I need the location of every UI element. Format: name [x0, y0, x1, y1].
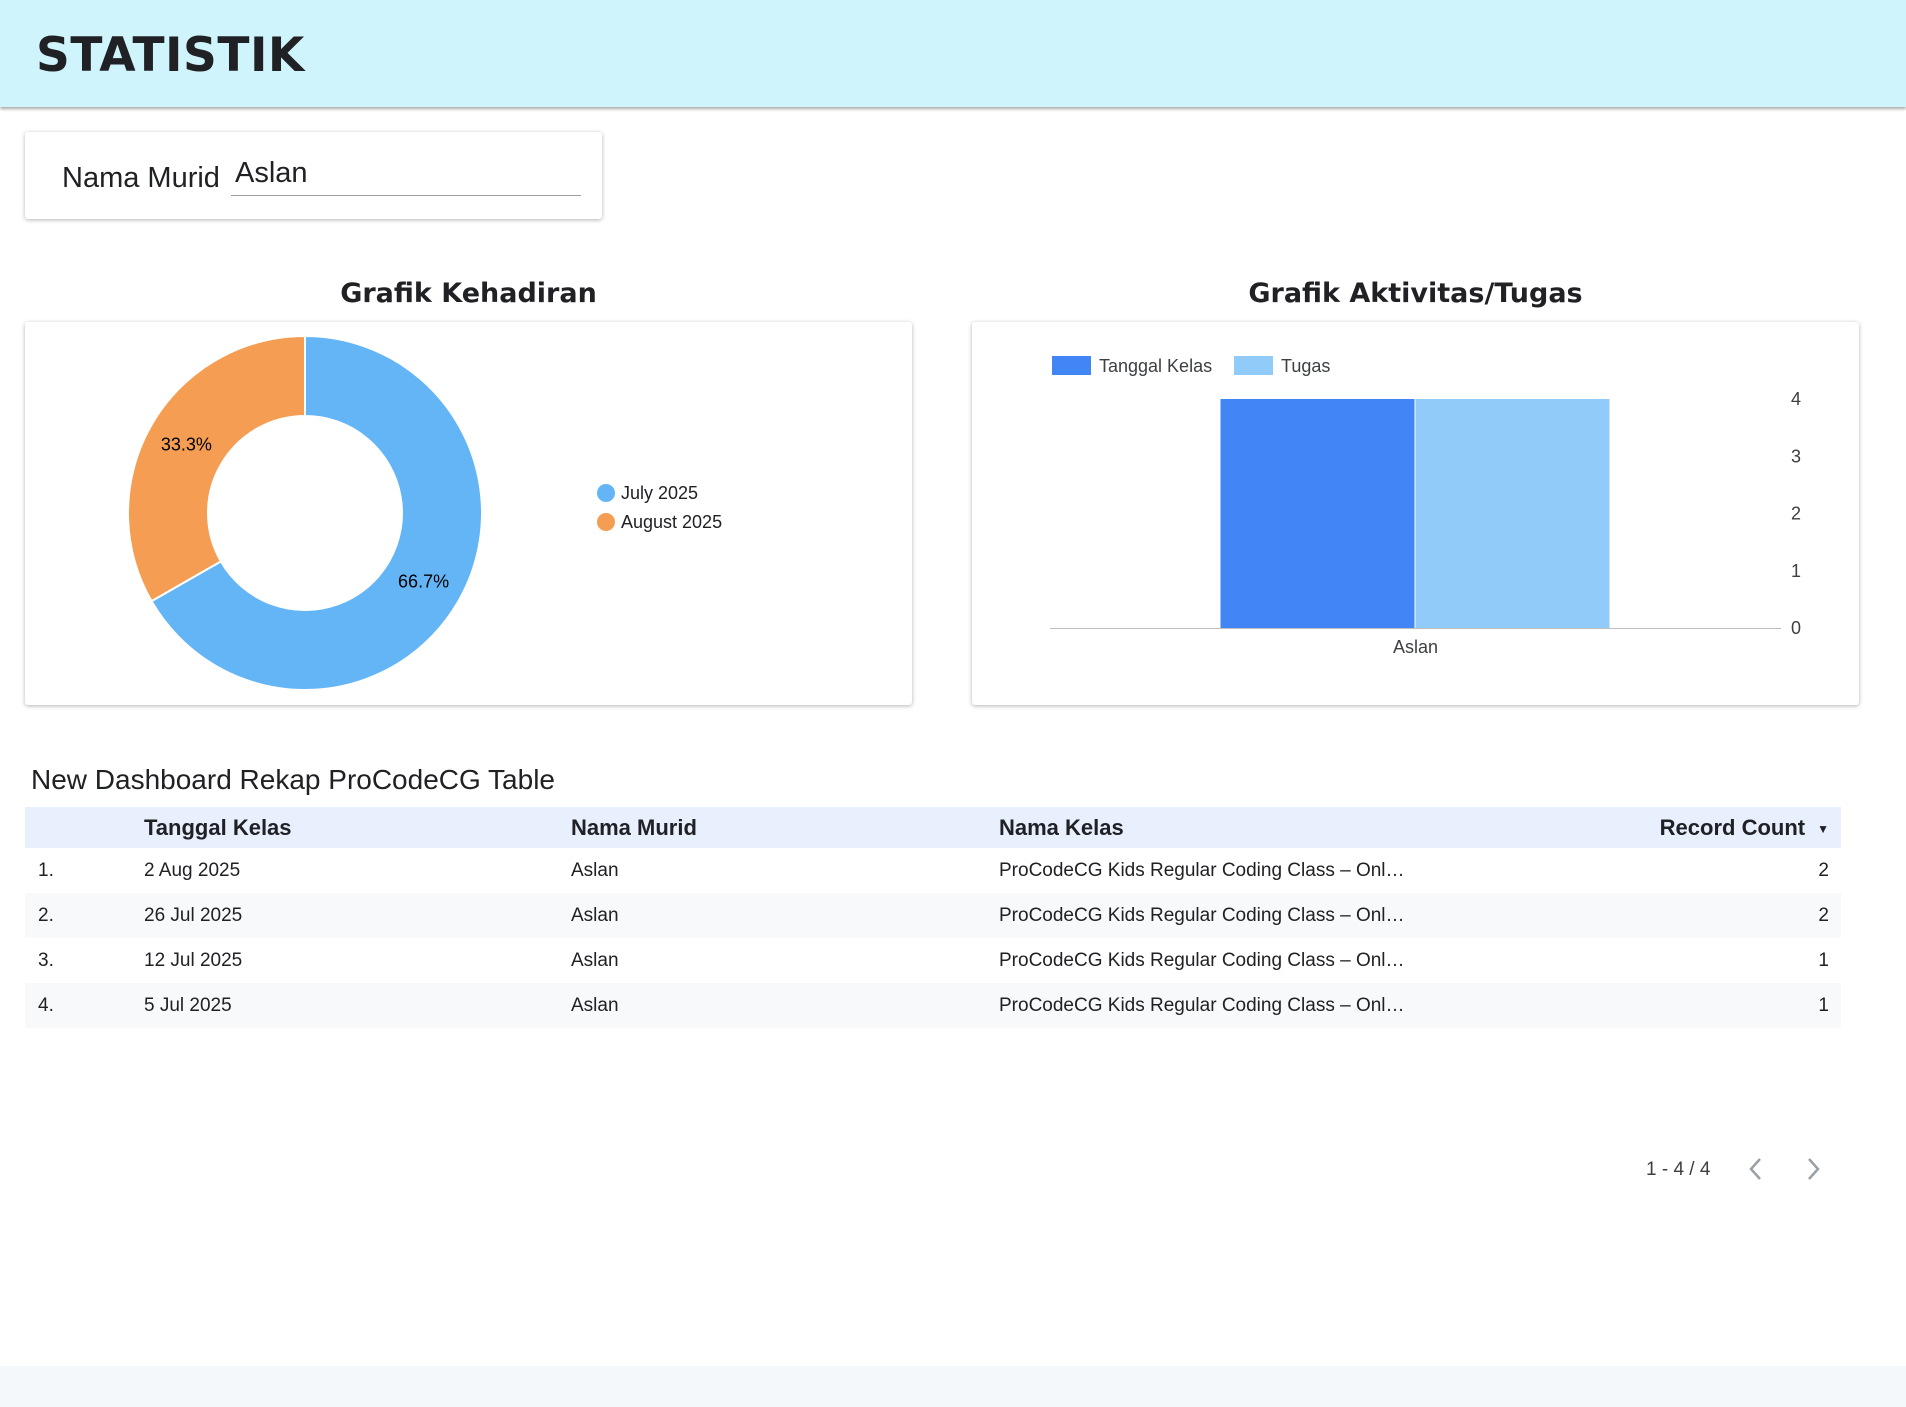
cell-nama-murid: Aslan: [571, 950, 619, 971]
cell-tanggal-kelas: 12 Jul 2025: [144, 950, 243, 971]
sort-desc-icon[interactable]: ▼: [1817, 822, 1829, 836]
previous-page-button[interactable]: [1739, 1152, 1773, 1186]
table-header-row: Tanggal Kelas Nama Murid Nama Kelas Reco…: [25, 807, 1841, 848]
cell-record-count: 1: [1818, 995, 1829, 1016]
cell-record-count: 1: [1818, 950, 1829, 971]
student-filter-control: Nama Murid: [25, 132, 602, 219]
next-page-button[interactable]: [1796, 1152, 1830, 1186]
attendance-chart-title: Grafik Kehadiran: [340, 278, 597, 309]
activity-chart: Tanggal Kelas Tugas 0 1 2 3 4 Aslan: [972, 322, 1859, 705]
page-header: STATISTIK: [0, 0, 1906, 107]
legend-label: Tanggal Kelas: [1099, 356, 1212, 376]
cell-nama-kelas: ProCodeCG Kids Regular Coding Class – On…: [999, 860, 1405, 881]
pie-slice-label: 33.3%: [161, 434, 212, 454]
cell-nama-murid: Aslan: [571, 995, 619, 1016]
table-row: 4. 5 Jul 2025 Aslan ProCodeCG Kids Regul…: [25, 983, 1841, 1028]
row-index: 3.: [38, 950, 54, 971]
table-title: New Dashboard Rekap ProCodeCG Table: [31, 764, 555, 795]
legend-swatch: [597, 484, 615, 502]
column-header-nama-murid[interactable]: Nama Murid: [571, 807, 697, 848]
row-index: 1.: [38, 860, 54, 881]
cell-tanggal-kelas: 2 Aug 2025: [144, 860, 241, 881]
cell-nama-kelas: ProCodeCG Kids Regular Coding Class – On…: [999, 905, 1405, 926]
page-title: STATISTIK: [36, 28, 305, 83]
cell-record-count: 2: [1818, 905, 1829, 926]
cell-nama-murid: Aslan: [571, 905, 619, 926]
cell-tanggal-kelas: 26 Jul 2025: [144, 905, 243, 926]
data-table: Tanggal Kelas Nama Murid Nama Kelas Reco…: [25, 807, 1841, 1028]
y-tick-label: 3: [1791, 446, 1801, 466]
pie-slice-august-2025[interactable]: [127, 334, 306, 603]
legend-label: Tugas: [1281, 356, 1330, 376]
legend-swatch: [597, 513, 615, 531]
chevron-left-icon: [1749, 1158, 1761, 1180]
table-row: 3. 12 Jul 2025 Aslan ProCodeCG Kids Regu…: [25, 938, 1841, 983]
bar-tanggal-kelas[interactable]: [1220, 399, 1415, 628]
y-tick-label: 4: [1791, 389, 1801, 409]
row-index: 2.: [38, 905, 54, 926]
column-header-nama-kelas[interactable]: Nama Kelas: [999, 807, 1124, 848]
activity-chart-title: Grafik Aktivitas/Tugas: [1248, 278, 1583, 309]
bar-tugas[interactable]: [1415, 399, 1610, 628]
attendance-chart: 66.7% 33.3% July 2025 August 2025: [25, 322, 912, 705]
x-tick-label: Aslan: [1393, 637, 1438, 657]
chevron-right-icon: [1808, 1158, 1820, 1180]
column-header-record-count[interactable]: Record Count ▼: [1660, 807, 1829, 850]
y-tick-label: 0: [1791, 618, 1801, 638]
cell-nama-murid: Aslan: [571, 860, 619, 881]
cell-tanggal-kelas: 5 Jul 2025: [144, 995, 232, 1016]
activity-bar-chart: Tanggal Kelas Tugas 0 1 2 3 4 Aslan: [1050, 356, 1801, 657]
filter-label: Nama Murid: [62, 162, 220, 194]
column-header-tanggal-kelas[interactable]: Tanggal Kelas: [144, 807, 292, 848]
row-index: 4.: [38, 995, 54, 1016]
legend-label: August 2025: [621, 512, 722, 532]
table-row: 2. 26 Jul 2025 Aslan ProCodeCG Kids Regu…: [25, 893, 1841, 938]
y-tick-label: 1: [1791, 561, 1801, 581]
cell-nama-kelas: ProCodeCG Kids Regular Coding Class – On…: [999, 950, 1405, 971]
student-name-input[interactable]: [231, 152, 581, 196]
y-tick-label: 2: [1791, 504, 1801, 524]
cell-nama-kelas: ProCodeCG Kids Regular Coding Class – On…: [999, 995, 1405, 1016]
legend-swatch: [1234, 356, 1273, 375]
attendance-donut-chart: 66.7% 33.3% July 2025 August 2025: [127, 334, 722, 691]
table-row: 1. 2 Aug 2025 Aslan ProCodeCG Kids Regul…: [25, 848, 1841, 893]
pagination-range: 1 - 4 / 4: [1646, 1159, 1711, 1180]
pie-slice-label: 66.7%: [398, 572, 449, 592]
cell-record-count: 2: [1818, 860, 1829, 881]
column-header-record-count-label: Record Count: [1659, 815, 1806, 840]
footer-band: [0, 1366, 1906, 1407]
legend-label: July 2025: [621, 483, 698, 503]
legend-swatch: [1052, 356, 1091, 375]
